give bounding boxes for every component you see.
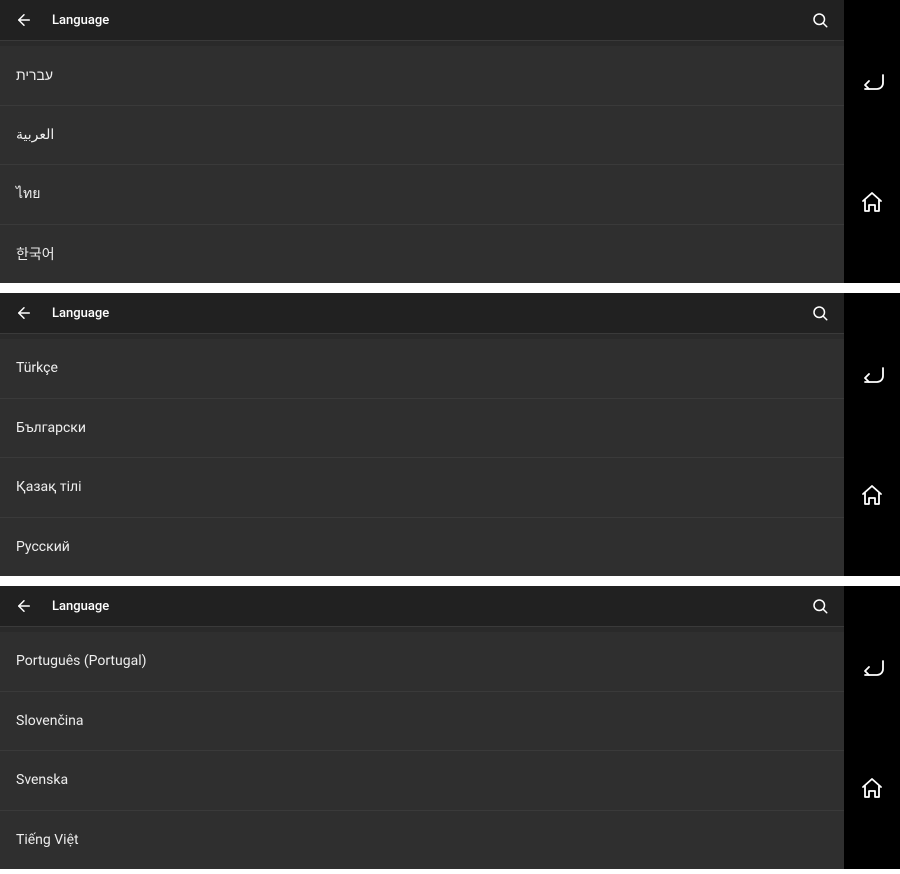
back-button[interactable]	[12, 594, 36, 618]
search-button[interactable]	[808, 8, 832, 32]
nav-home-button[interactable]	[857, 773, 887, 803]
home-icon	[860, 483, 884, 507]
nav-bar	[844, 0, 900, 283]
home-icon	[860, 190, 884, 214]
nav-back-button[interactable]	[857, 66, 887, 96]
language-item[interactable]: Svenska	[0, 751, 844, 811]
back-button[interactable]	[12, 8, 36, 32]
device-screen-1: Language עברית العربية ไทย 한국어	[0, 0, 900, 283]
back-icon	[859, 657, 885, 677]
language-label: Slovenčina	[16, 713, 84, 729]
language-item[interactable]: 한국어	[0, 225, 844, 284]
language-label: Tiếng Việt	[16, 832, 79, 848]
arrow-left-icon	[15, 11, 33, 29]
search-button[interactable]	[808, 594, 832, 618]
search-icon	[811, 11, 829, 29]
main-panel: Language Türkçe Български Қазақ тілі Рус…	[0, 293, 844, 576]
language-item[interactable]: Български	[0, 399, 844, 459]
language-label: Русский	[16, 539, 70, 555]
back-icon	[859, 71, 885, 91]
home-icon	[860, 776, 884, 800]
back-button[interactable]	[12, 301, 36, 325]
language-label: Português (Portugal)	[16, 653, 146, 669]
language-label: 한국어	[16, 244, 55, 264]
main-panel: Language עברית العربية ไทย 한국어	[0, 0, 844, 283]
screenshots-container: Language עברית العربية ไทย 한국어	[0, 0, 900, 869]
language-list: Türkçe Български Қазақ тілі Русский	[0, 339, 844, 576]
page-title: Language	[52, 599, 109, 614]
search-icon	[811, 597, 829, 615]
language-label: العربية	[16, 127, 54, 143]
language-list: Português (Portugal) Slovenčina Svenska …	[0, 632, 844, 869]
language-label: עברית	[16, 67, 53, 84]
nav-back-button[interactable]	[857, 652, 887, 682]
nav-bar	[844, 293, 900, 576]
language-item[interactable]: עברית	[0, 46, 844, 106]
arrow-left-icon	[15, 304, 33, 322]
language-label: ไทย	[16, 183, 40, 205]
arrow-left-icon	[15, 597, 33, 615]
header-bar: Language	[0, 293, 844, 333]
language-item[interactable]: Português (Portugal)	[0, 632, 844, 692]
language-item[interactable]: العربية	[0, 106, 844, 166]
language-item[interactable]: Türkçe	[0, 339, 844, 399]
nav-home-button[interactable]	[857, 480, 887, 510]
language-label: Български	[16, 420, 86, 436]
page-title: Language	[52, 306, 109, 321]
language-item[interactable]: Slovenčina	[0, 692, 844, 752]
language-label: Svenska	[16, 772, 68, 788]
header-bar: Language	[0, 586, 844, 626]
nav-back-button[interactable]	[857, 359, 887, 389]
back-icon	[859, 364, 885, 384]
nav-home-button[interactable]	[857, 187, 887, 217]
language-item[interactable]: Русский	[0, 518, 844, 577]
search-button[interactable]	[808, 301, 832, 325]
header-bar: Language	[0, 0, 844, 40]
page-title: Language	[52, 13, 109, 28]
device-screen-2: Language Türkçe Български Қазақ тілі Рус…	[0, 293, 900, 576]
language-label: Türkçe	[16, 360, 58, 376]
device-screen-3: Language Português (Portugal) Slovenčina…	[0, 586, 900, 869]
language-item[interactable]: Қазақ тілі	[0, 458, 844, 518]
language-list: עברית العربية ไทย 한국어	[0, 46, 844, 283]
language-item[interactable]: ไทย	[0, 165, 844, 225]
language-label: Қазақ тілі	[16, 479, 82, 495]
main-panel: Language Português (Portugal) Slovenčina…	[0, 586, 844, 869]
language-item[interactable]: Tiếng Việt	[0, 811, 844, 870]
nav-bar	[844, 586, 900, 869]
search-icon	[811, 304, 829, 322]
